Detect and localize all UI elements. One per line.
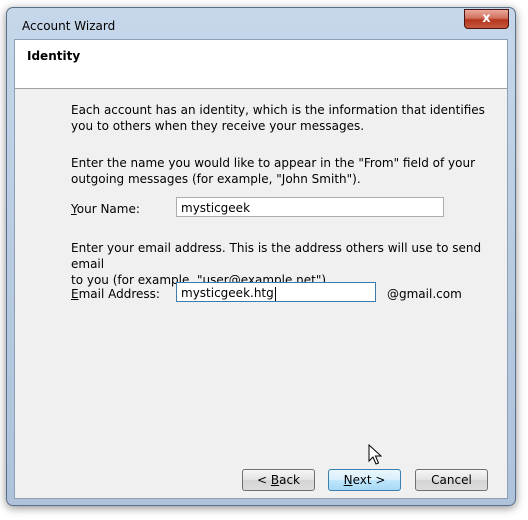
- email-address-value: mysticgeek.htg: [181, 286, 274, 300]
- email-address-field[interactable]: mysticgeek.htg: [176, 282, 376, 302]
- email-address-label: Email Address:: [71, 287, 160, 301]
- next-accelerator: N: [343, 473, 353, 487]
- back-accelerator: B: [270, 473, 280, 487]
- name-instructions-line-1: Enter the name you would like to appear …: [71, 156, 476, 170]
- wizard-header: Identity: [15, 40, 507, 89]
- your-name-value: mysticgeek: [181, 201, 251, 215]
- back-prefix: <: [256, 473, 271, 487]
- name-instructions-line-2: outgoing messages (for example, "John Sm…: [71, 172, 361, 186]
- cancel-button[interactable]: Cancel: [415, 469, 488, 491]
- name-instructions: Enter the name you would like to appear …: [71, 155, 475, 187]
- your-name-label: Your Name:: [71, 202, 140, 216]
- close-icon: x: [482, 11, 491, 26]
- back-button[interactable]: < Back: [242, 469, 315, 491]
- your-name-field[interactable]: mysticgeek: [176, 197, 444, 217]
- your-name-label-text: our Name:: [76, 202, 140, 216]
- next-button[interactable]: Next >: [328, 469, 401, 491]
- text-caret: [274, 286, 276, 301]
- email-domain-suffix: @gmail.com: [387, 287, 462, 301]
- email-instructions-line-1: Enter your email address. This is the ad…: [71, 241, 482, 271]
- close-button[interactable]: x: [464, 9, 509, 29]
- email-instructions: Enter your email address. This is the ad…: [71, 240, 507, 288]
- intro-text: Each account has an identity, which is t…: [71, 102, 485, 134]
- account-wizard-window: Account Wizard x Identity Each account h…: [6, 7, 516, 506]
- next-label-text: ext >: [352, 473, 386, 487]
- page-title: Identity: [27, 49, 81, 63]
- intro-line-1: Each account has an identity, which is t…: [71, 103, 485, 117]
- email-address-accelerator: E: [71, 287, 79, 301]
- mouse-pointer-icon: [368, 444, 382, 465]
- back-label-text: ack: [279, 473, 300, 487]
- wizard-client-area: Identity Each account has an identity, w…: [14, 39, 508, 499]
- intro-line-2: you to others when they receive your mes…: [71, 119, 365, 133]
- window-title: Account Wizard: [22, 19, 116, 33]
- email-address-label-text: mail Address:: [78, 287, 160, 301]
